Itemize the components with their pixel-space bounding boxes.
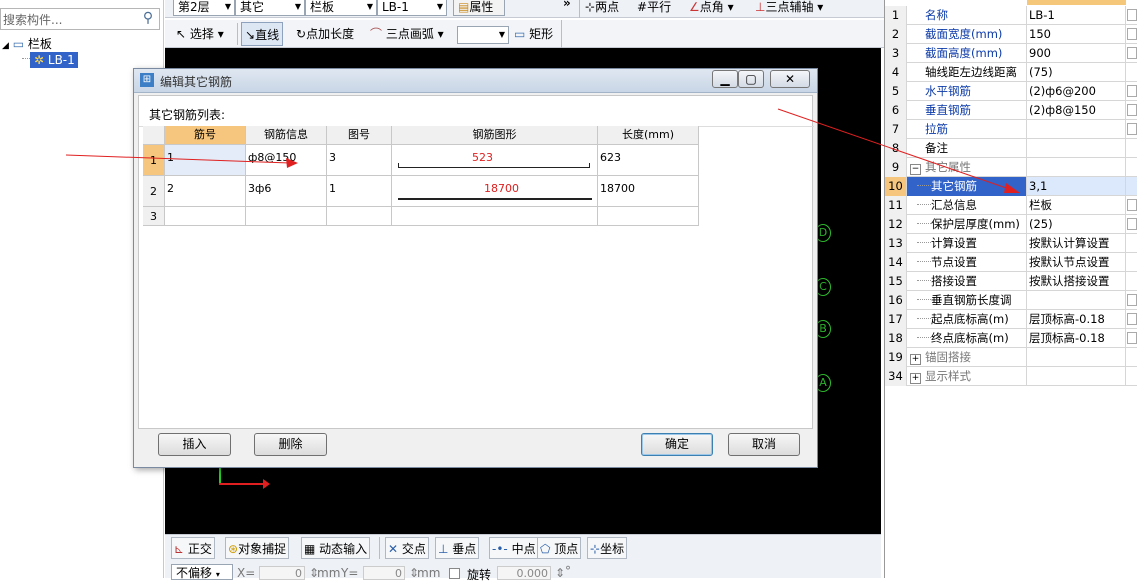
annotation-arrows xyxy=(65,108,1020,193)
annotation-arrow-right xyxy=(777,108,1013,191)
annotation-arrow-right-head xyxy=(1004,183,1020,193)
annotation-arrow-left-head xyxy=(286,158,298,168)
annotation-arrow-left xyxy=(65,154,291,164)
